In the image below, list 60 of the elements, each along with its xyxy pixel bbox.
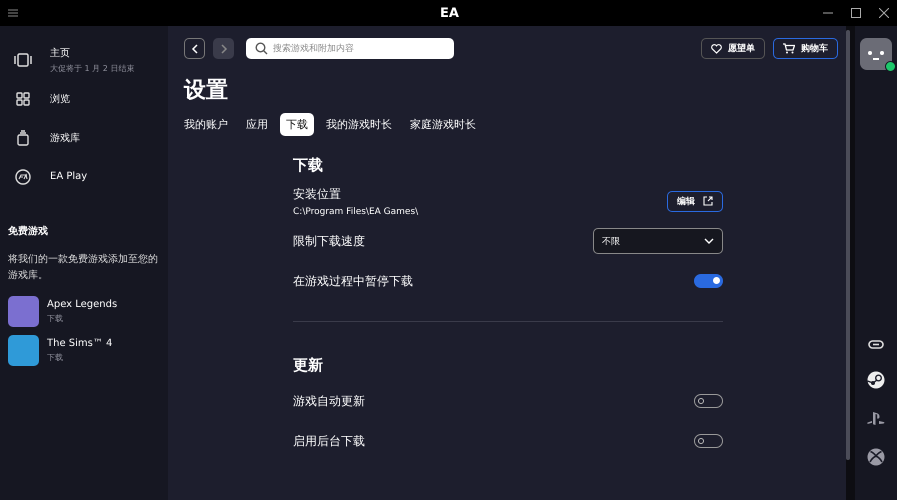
download-label: 下载 — [47, 352, 64, 363]
setting-label: 在游戏过程中暂停下载 — [293, 272, 413, 290]
ea-logo-icon — [14, 168, 32, 184]
setting-label: 限制下载速度 — [293, 232, 365, 250]
playstation-icon[interactable] — [866, 411, 886, 426]
sidebar-item[interactable]: 浏览 — [8, 79, 160, 118]
description-text: 将我们的一款免费游戏添加至您的游戏库。 — [8, 252, 159, 283]
edit-button[interactable]: 编辑 — [667, 190, 723, 212]
game-title: The Sims™ 4 — [47, 338, 112, 349]
sidebar-label: 浏览 — [50, 92, 70, 106]
setting-label: 安装位置 — [293, 186, 342, 202]
settings-tab[interactable]: 我的账户 — [184, 113, 234, 136]
grid-icon — [14, 92, 32, 106]
heart-icon — [711, 44, 722, 54]
forward-button[interactable] — [213, 38, 234, 59]
sidebar-label: 主页 — [50, 46, 71, 60]
wishlist-button[interactable]: 愿望单 — [701, 38, 765, 59]
sidebar-item[interactable]: EA Play — [8, 157, 160, 196]
steam-icon[interactable] — [867, 371, 885, 389]
game-title: Apex Legends — [47, 299, 118, 310]
chevron-left-icon — [190, 44, 198, 54]
back-button[interactable] — [184, 38, 205, 59]
setting-label: 启用后台下载 — [293, 432, 365, 450]
toggle-switch[interactable] — [694, 394, 723, 408]
chevron-down-icon — [704, 238, 714, 244]
section-heading: 下载 — [293, 156, 324, 175]
search-icon — [255, 42, 268, 55]
install-path-text: C:\Program Files\EA Games\ — [293, 206, 418, 216]
speed-dropdown[interactable]: 不限 — [593, 228, 723, 254]
link-icon[interactable] — [868, 340, 884, 349]
scrollbar[interactable] — [846, 30, 850, 460]
chevron-right-icon — [220, 44, 228, 54]
maximize-icon[interactable] — [851, 8, 861, 18]
toggle-switch[interactable] — [694, 434, 723, 448]
toggle-switch[interactable] — [694, 274, 723, 288]
external-link-icon — [703, 196, 713, 206]
sidebar-item[interactable]: 主页 大促将于 1 月 2 日结束 — [8, 40, 160, 79]
free-game-item[interactable]: The Sims™ 4 下载 — [8, 335, 160, 366]
page-title: 设置 — [184, 77, 229, 105]
settings-tab[interactable]: 下载 — [280, 113, 314, 136]
section-title: 免费游戏 — [8, 224, 49, 238]
free-game-item[interactable]: Apex Legends 下载 — [8, 296, 160, 327]
carousel-icon — [14, 52, 32, 66]
sidebar-label: 游戏库 — [50, 132, 80, 144]
settings-tab[interactable]: 家庭游戏时长 — [404, 113, 482, 136]
search-field[interactable]: 搜索游戏和附加内容 — [246, 38, 454, 59]
close-icon[interactable] — [879, 8, 889, 18]
menu-icon[interactable] — [8, 9, 18, 17]
window-title: EA — [440, 6, 459, 20]
download-label: 下载 — [47, 313, 64, 324]
sidebar-item[interactable]: 游戏库 — [8, 118, 160, 157]
setting-label: 游戏自动更新 — [293, 392, 365, 410]
settings-tab[interactable]: 应用 — [240, 113, 274, 136]
section-heading: 更新 — [293, 356, 324, 375]
sidebar-label: EA Play — [50, 171, 88, 182]
xbox-icon[interactable] — [867, 448, 885, 466]
cart-icon — [783, 43, 795, 54]
cart-button[interactable]: 购物车 — [773, 38, 838, 59]
promo-text: 大促将于 1 月 2 日结束 — [50, 62, 134, 74]
settings-tab[interactable]: 我的游戏时长 — [320, 113, 398, 136]
